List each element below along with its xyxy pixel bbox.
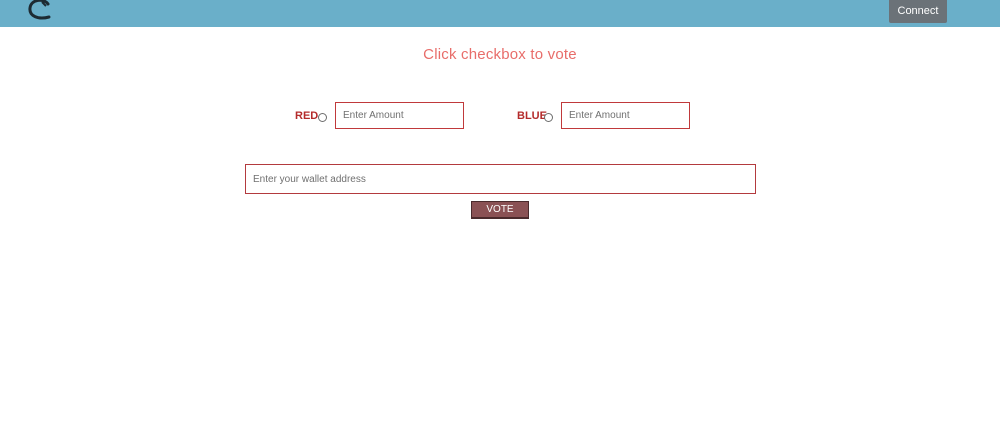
red-label: RED: [295, 110, 319, 122]
page-title: Click checkbox to vote: [423, 46, 577, 63]
blue-label: BLUE: [517, 110, 547, 122]
blue-amount-input[interactable]: [561, 102, 690, 129]
c-logo-icon[interactable]: [22, 0, 56, 24]
top-navbar: Connect: [0, 0, 1000, 27]
blue-radio[interactable]: [544, 113, 553, 122]
red-amount-input[interactable]: [335, 102, 464, 129]
wallet-address-input[interactable]: [245, 164, 756, 194]
vote-option-blue: BLUE: [512, 102, 692, 131]
connect-button[interactable]: Connect: [889, 0, 947, 23]
vote-option-red: RED: [290, 102, 470, 131]
vote-button[interactable]: VOTE: [471, 201, 529, 219]
red-radio[interactable]: [318, 113, 327, 122]
